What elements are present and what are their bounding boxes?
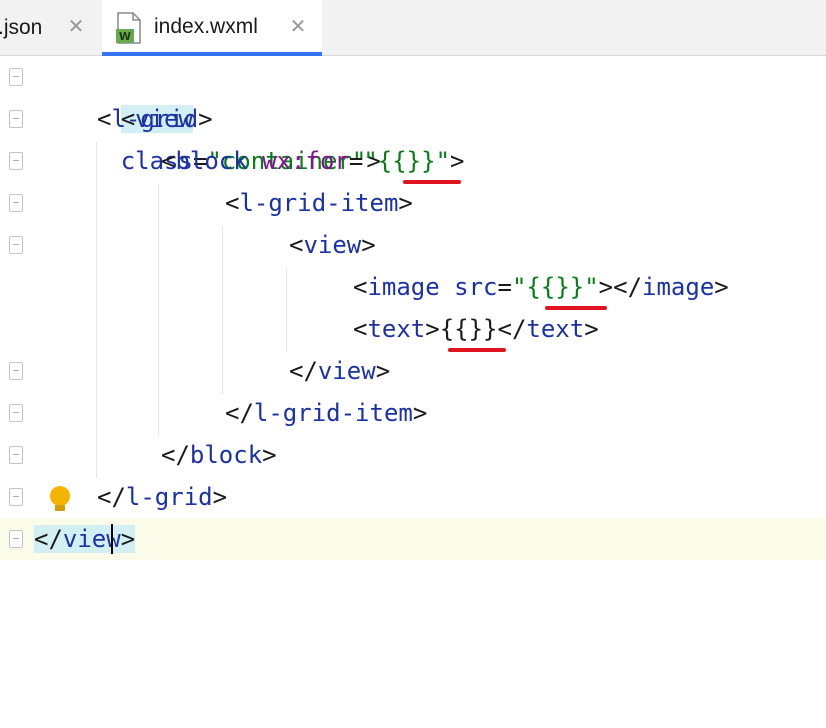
tag-name: block bbox=[175, 147, 248, 175]
tag-name: l-grid-item bbox=[239, 189, 399, 217]
attribute-value: {{}} bbox=[377, 147, 436, 175]
token: < bbox=[353, 273, 368, 301]
token: > bbox=[198, 105, 213, 133]
fold-marker-icon[interactable] bbox=[9, 236, 23, 254]
fold-marker-icon[interactable] bbox=[9, 530, 23, 548]
tag-name: image bbox=[367, 273, 440, 301]
token: = bbox=[497, 273, 512, 301]
token: > bbox=[425, 315, 440, 343]
token: > bbox=[450, 147, 465, 175]
token: > bbox=[598, 273, 614, 301]
tag-name: l-grid bbox=[125, 483, 213, 511]
fold-marker-icon[interactable] bbox=[9, 152, 23, 170]
code-line[interactable]: <l-grid-item> bbox=[0, 182, 826, 224]
lightbulb-icon[interactable] bbox=[50, 486, 70, 506]
tag-name: text bbox=[367, 315, 426, 343]
token: </ bbox=[289, 357, 318, 385]
token: < bbox=[225, 189, 240, 217]
file-icon-letter: W bbox=[119, 30, 131, 43]
lightbulb-base bbox=[55, 505, 65, 511]
token: > bbox=[212, 483, 228, 511]
token: < bbox=[289, 231, 304, 259]
code-line[interactable]: <view> bbox=[0, 224, 826, 266]
token: > bbox=[375, 357, 391, 385]
tab-app-json[interactable]: .json ✕ bbox=[0, 0, 94, 55]
code-line-current[interactable]: </view> bbox=[0, 518, 826, 560]
attribute-name: wx:for bbox=[262, 147, 349, 175]
close-icon[interactable]: ✕ bbox=[288, 16, 308, 36]
fold-marker-icon[interactable] bbox=[9, 446, 23, 464]
fold-marker-icon[interactable] bbox=[9, 362, 23, 380]
code-line[interactable]: </block> bbox=[0, 434, 826, 476]
close-icon[interactable]: ✕ bbox=[66, 16, 86, 36]
token: " bbox=[584, 273, 599, 301]
editor-tab-bar: .json ✕ W index.wxml ✕ bbox=[0, 0, 826, 56]
token: </ bbox=[34, 525, 63, 553]
text-content: {{}} bbox=[439, 315, 498, 343]
token: > bbox=[412, 399, 428, 427]
token: </ bbox=[161, 441, 190, 469]
token: " bbox=[435, 147, 451, 175]
token: = bbox=[348, 147, 364, 175]
token: < bbox=[97, 105, 112, 133]
tag-name: l-grid-item bbox=[253, 399, 413, 427]
wxml-file-icon: W bbox=[116, 12, 141, 44]
text-caret bbox=[111, 524, 113, 554]
code-line[interactable]: <block wx:for="{{}}"> bbox=[0, 140, 826, 182]
fold-marker-icon[interactable] bbox=[9, 110, 23, 128]
code-line[interactable]: <l-grid> bbox=[0, 98, 826, 140]
tag-name: view bbox=[303, 231, 362, 259]
attribute-value: {{}} bbox=[526, 273, 585, 301]
code-line[interactable]: <view class="container"> bbox=[0, 56, 826, 175]
token: " bbox=[511, 273, 527, 301]
token: > bbox=[714, 273, 729, 301]
code-line[interactable]: <text>{{}}</text> bbox=[0, 308, 826, 350]
code-editor[interactable]: <view class="container"> <l-grid> <block… bbox=[0, 56, 826, 584]
attribute-name: src bbox=[454, 273, 498, 301]
tab-label: index.wxml bbox=[154, 15, 258, 38]
token: > bbox=[398, 189, 413, 217]
code-line[interactable]: </l-grid> bbox=[0, 476, 826, 518]
fold-marker-icon[interactable] bbox=[9, 194, 23, 212]
token: > bbox=[361, 231, 376, 259]
tag-name: l-grid bbox=[111, 105, 199, 133]
tag-name: vie bbox=[62, 525, 107, 553]
token: </ bbox=[613, 273, 643, 301]
code-line[interactable]: </view> bbox=[0, 350, 826, 392]
fold-marker-icon[interactable] bbox=[9, 404, 23, 422]
token: < bbox=[161, 147, 176, 175]
fold-marker-icon[interactable] bbox=[9, 68, 23, 86]
fold-marker-icon[interactable] bbox=[9, 488, 23, 506]
token: </ bbox=[97, 483, 126, 511]
tab-label: .json bbox=[0, 15, 43, 39]
token: </ bbox=[225, 399, 254, 427]
token: </ bbox=[497, 315, 527, 343]
tag-name: block bbox=[189, 441, 263, 469]
token: > bbox=[262, 441, 277, 469]
tag-name: text bbox=[526, 315, 585, 343]
token: > bbox=[120, 525, 136, 553]
tag-name: w bbox=[106, 525, 121, 553]
code-line[interactable]: <image src="{{}}"></image> bbox=[0, 266, 826, 308]
tag-name: view bbox=[317, 357, 376, 385]
token: " bbox=[363, 147, 378, 175]
code-line[interactable]: </l-grid-item> bbox=[0, 392, 826, 434]
tab-index-wxml[interactable]: W index.wxml ✕ bbox=[102, 0, 322, 56]
tag-name: image bbox=[642, 273, 715, 301]
token: < bbox=[353, 315, 368, 343]
token: > bbox=[584, 315, 599, 343]
